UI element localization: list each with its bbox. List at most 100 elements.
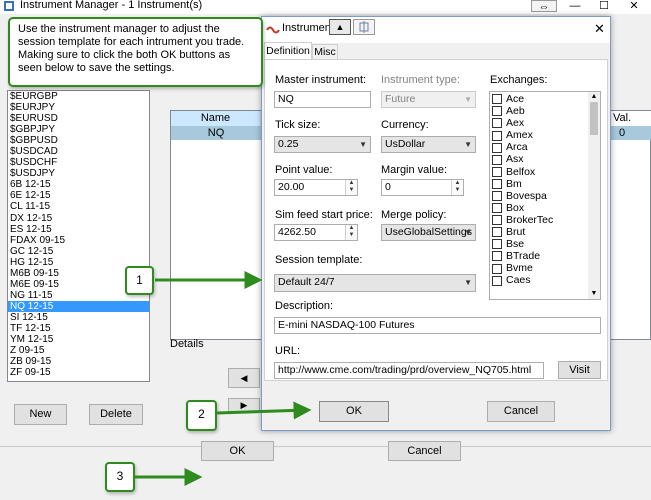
instrument-list-item[interactable]: $EURUSD (8, 113, 149, 124)
main-cancel-button[interactable]: Cancel (388, 441, 461, 461)
dialog-ok-button[interactable]: OK (319, 401, 389, 422)
instrument-list-item[interactable]: $GBPJPY (8, 124, 149, 135)
instrument-list[interactable]: $EURGBP $EURJPY $EURUSD $GBPJPY $GBPUSD $USDC… (7, 90, 150, 382)
exchange-item[interactable]: Arca (492, 141, 600, 153)
exchange-label: Brut (506, 226, 526, 239)
dialog-cancel-button[interactable]: Cancel (487, 401, 555, 422)
visit-button[interactable]: Visit (558, 361, 601, 379)
instrument-list-item[interactable]: DX 12-15 (8, 213, 149, 224)
checkbox[interactable] (492, 130, 502, 141)
instrument-list-item[interactable]: $USDCAD (8, 146, 149, 157)
tab-misc[interactable]: Misc (312, 44, 338, 60)
description-field[interactable]: E-mini NASDAQ-100 Futures (274, 317, 601, 334)
spinner-icon[interactable]: ▲ ▼ (345, 180, 357, 195)
currency-dropdown[interactable]: UsDollar ▼ (381, 136, 476, 153)
new-button[interactable]: New (14, 404, 67, 425)
grid-header-name[interactable]: Name (171, 111, 261, 126)
instrument-list-item[interactable]: Z 09-15 (8, 345, 149, 356)
merge-policy-label: Merge policy: (381, 209, 447, 221)
checkbox[interactable] (492, 239, 502, 250)
instrument-list-item[interactable]: ZF 09-15 (8, 367, 149, 378)
exchanges-list[interactable]: Ace Aeb Aex Amex Arca Asx Belfox Bm Bovespa Box Br… (489, 91, 601, 300)
exchanges-scrollbar[interactable]: ▲ ▼ (588, 92, 600, 299)
exchange-item[interactable]: Caes (492, 274, 600, 286)
instrument-type-dropdown: Future ▼ (381, 91, 476, 108)
exchange-item[interactable]: Bse (492, 238, 600, 250)
swap-icon[interactable]: ⇔ (531, 0, 557, 13)
exchange-item[interactable]: Box (492, 202, 600, 214)
tick-size-dropdown[interactable]: 0.25 ▼ (274, 136, 371, 153)
instrument-list-item[interactable]: $GBPUSD (8, 135, 149, 146)
instrument-list-item[interactable]: CL 11-15 (8, 201, 149, 212)
minimize-button[interactable]: — (563, 0, 587, 12)
instrument-list-item[interactable]: 6E 12-15 (8, 190, 149, 201)
margin-value-field[interactable]: 0 ▲ ▼ (381, 179, 464, 196)
spinner-icon[interactable]: ▲ ▼ (345, 225, 357, 240)
grid-header-val[interactable]: Val. (609, 111, 651, 126)
exchange-item[interactable]: Asx (492, 153, 600, 165)
instrument-list-item[interactable]: 6B 12-15 (8, 179, 149, 190)
instrument-list-item[interactable]: NQ 12-15 (8, 300, 149, 312)
instrument-list-item[interactable]: $USDJPY (8, 168, 149, 179)
dialog-close-button[interactable]: ✕ (594, 21, 605, 37)
exchange-item[interactable]: Bovespa (492, 190, 600, 202)
instrument-list-item[interactable]: YM 12-15 (8, 334, 149, 345)
checkbox[interactable] (492, 142, 502, 153)
checkbox[interactable] (492, 215, 502, 226)
instrument-list-item[interactable]: $EURGBP (8, 91, 149, 102)
instrument-list-item[interactable]: TF 12-15 (8, 323, 149, 334)
point-value-field[interactable]: 20.00 ▲ ▼ (274, 179, 358, 196)
exchange-item[interactable]: Brut (492, 226, 600, 238)
instrument-list-item[interactable]: ZB 09-15 (8, 356, 149, 367)
sim-feed-field[interactable]: 4262.50 ▲ ▼ (274, 224, 358, 241)
exchange-item[interactable]: Aeb (492, 105, 600, 117)
nav-next-button[interactable]: ▶ (228, 398, 260, 412)
instrument-list-item[interactable]: GC 12-15 (8, 246, 149, 257)
checkbox[interactable] (492, 154, 502, 165)
sim-feed-label: Sim feed start price: (275, 209, 373, 221)
master-instrument-field[interactable]: NQ (274, 91, 371, 108)
checkbox[interactable] (492, 106, 502, 117)
exchange-item[interactable]: Bm (492, 178, 600, 190)
exchange-item[interactable]: Aex (492, 117, 600, 129)
session-template-dropdown[interactable]: Default 24/7 ▼ (274, 274, 476, 292)
delete-button[interactable]: Delete (89, 404, 143, 425)
exchange-item[interactable]: Amex (492, 129, 600, 141)
instrument-list-item[interactable]: $EURJPY (8, 102, 149, 113)
checkbox[interactable] (492, 227, 502, 238)
maximize-button[interactable]: ☐ (592, 0, 616, 12)
main-ok-button[interactable]: OK (201, 441, 274, 461)
checkbox[interactable] (492, 178, 502, 189)
instrument-list-item[interactable]: ES 12-15 (8, 224, 149, 235)
session-template-label: Session template: (275, 254, 363, 266)
exchange-item[interactable]: Ace (492, 93, 600, 105)
tab-definition[interactable]: Definition (264, 42, 312, 60)
instruction-callout: Use the instrument manager to adjust the… (8, 17, 263, 87)
instrument-list-item[interactable]: FDAX 09-15 (8, 235, 149, 246)
spinner-icon[interactable]: ▲ ▼ (451, 180, 463, 195)
grid-cell-val: 0 (619, 127, 626, 139)
checkbox[interactable] (492, 190, 502, 201)
dialog-title: Instrumen (282, 22, 331, 34)
merge-policy-dropdown[interactable]: UseGlobalSettings ▼ (381, 224, 476, 241)
instrument-list-item[interactable]: $USDCHF (8, 157, 149, 168)
checkbox[interactable] (492, 94, 502, 105)
checkbox[interactable] (492, 263, 502, 274)
close-button[interactable]: ✕ (622, 0, 646, 12)
instrument-list-item[interactable]: SI 12-15 (8, 312, 149, 323)
checkbox[interactable] (492, 166, 502, 177)
tick-size-value: 0.25 (278, 138, 299, 150)
exchange-item[interactable]: BrokerTec (492, 214, 600, 226)
url-field[interactable]: http://www.cme.com/trading/prd/overview_… (274, 362, 544, 379)
scroll-up-button[interactable]: ▲ (329, 19, 351, 35)
nav-prev-button[interactable]: ◀ (228, 368, 260, 388)
checkbox[interactable] (492, 275, 502, 286)
exchange-item[interactable]: Bvme (492, 262, 600, 274)
checkbox[interactable] (492, 203, 502, 214)
pin-icon[interactable] (353, 19, 375, 35)
exchange-item[interactable]: BTrade (492, 250, 600, 262)
exchange-label: Belfox (506, 165, 536, 178)
exchange-item[interactable]: Belfox (492, 166, 600, 178)
checkbox[interactable] (492, 118, 502, 129)
checkbox[interactable] (492, 251, 502, 262)
